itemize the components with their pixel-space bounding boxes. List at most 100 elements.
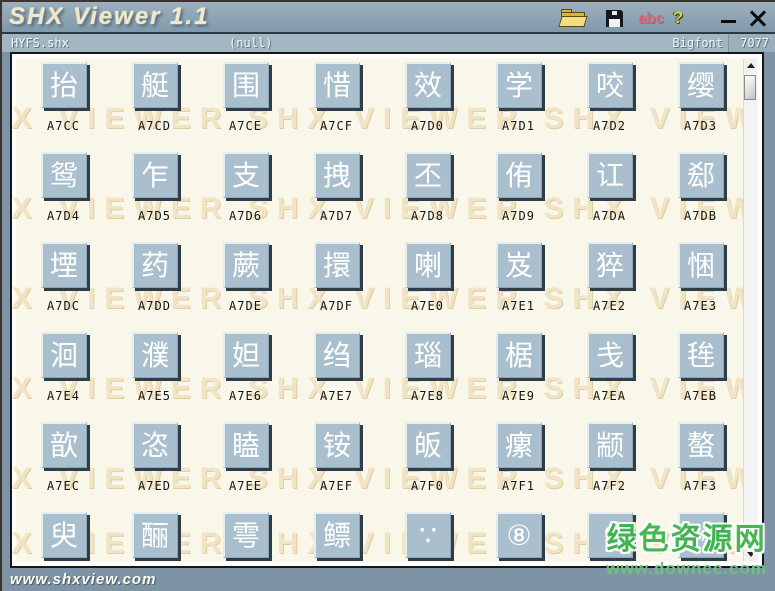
glyph-button[interactable]: ⑧ [495,512,542,558]
glyph-button[interactable]: 抬 [40,62,87,108]
glyph-cell: 绉 A7E7 [291,332,382,422]
glyph-button[interactable]: 侑 [495,152,542,198]
glyph-button[interactable]: 岌 [495,242,542,288]
glyph-button[interactable]: 讧 [586,152,633,198]
text-preview-button[interactable]: abc [634,8,668,28]
glyph-code-label: A7EB [684,389,717,403]
glyph-code-label: A7EE [229,479,262,493]
glyph-button[interactable]: 瑙 [404,332,451,378]
glyph-button[interactable]: 瘰 [495,422,542,468]
glyph-button[interactable]: 濮 [131,332,178,378]
glyph-button[interactable]: 绉 [313,332,360,378]
status-bar: HYFS.shx (null) Bigfont 7077 [2,32,775,52]
glyph-cell: 擐 A7DF [291,242,382,332]
glyph-cell: 〃 [655,512,746,566]
scroll-up-arrow-icon[interactable] [744,59,757,72]
glyph-button[interactable]: 臾 [40,512,87,558]
glyph-cell: 椐 A7E9 [473,332,564,422]
glyph-button[interactable]: 毪 [677,332,724,378]
glyph-code-label: A7E8 [411,389,444,403]
glyph-code-label: A7F2 [593,479,626,493]
glyph-code-label: A7CC [47,119,80,133]
glyph-button[interactable]: 艇 [131,62,178,108]
status-font-type: Bigfont [672,36,723,50]
glyph-button[interactable]: 洄 [40,332,87,378]
glyph-cell: 酾 [109,512,200,566]
glyph-button[interactable]: 椐 [495,332,542,378]
glyph-cell: 雩 [200,512,291,566]
glyph-button[interactable]: 铵 [313,422,360,468]
title-bar: SHX Viewer 1.1 abc ? [2,2,775,32]
glyph-code-label: A7DD [138,299,171,313]
glyph-button[interactable]: 猝 [586,242,633,288]
minimize-button[interactable] [718,8,740,28]
glyph-button[interactable]: 缨 [677,62,724,108]
glyph-button[interactable]: 戋 [586,332,633,378]
glyph-code-label: A7E5 [138,389,171,403]
glyph-button[interactable]: ∵ [404,512,451,558]
glyph-code-label: A7D0 [411,119,444,133]
glyph-button[interactable]: 妲 [222,332,269,378]
glyph-button[interactable]: 螯 [677,422,724,468]
glyph-cell: 效 A7D0 [382,62,473,152]
glyph-cell: 恣 A7ED [109,422,200,512]
scrollbar-thumb[interactable] [744,75,756,100]
glyph-button[interactable]: 蕨 [222,242,269,288]
glyph-code-label: A7E6 [229,389,262,403]
open-file-button[interactable] [558,8,588,28]
glyph-button[interactable]: 堙 [40,242,87,288]
glyph-cell: 郄 A7DB [655,152,746,242]
glyph-code-label: A7F1 [502,479,535,493]
glyph-code-label: A7EA [593,389,626,403]
glyph-code-label: A7F3 [684,479,717,493]
close-button[interactable] [746,8,770,28]
glyph-cell: 歆 A7EC [18,422,109,512]
glyph-button[interactable]: 惜 [313,62,360,108]
minimize-icon [721,20,736,23]
glyph-button[interactable]: 学 [495,62,542,108]
glyph-button[interactable]: 鳔 [313,512,360,558]
glyph-button[interactable]: 恣 [131,422,178,468]
glyph-button[interactable]: 围 [222,62,269,108]
glyph-button[interactable]: 咬 [586,62,633,108]
glyph-button[interactable]: 擐 [313,242,360,288]
glyph-cell: 围 A7CE [200,62,291,152]
glyph-button[interactable]: 效 [404,62,451,108]
glyph-grid: 抬 A7CC 艇 A7CD 围 A7CE 惜 A7CF 效 A7D0 学 A7D1 咬 A7D2 缨 A7D3… [18,62,752,566]
glyph-button[interactable]: 〃 [677,512,724,558]
glyph-button[interactable]: 酾 [131,512,178,558]
glyph-button[interactable]: 郄 [677,152,724,198]
glyph-button[interactable]: 瞌 [222,422,269,468]
vertical-scrollbar[interactable] [743,59,757,561]
glyph-button[interactable]: 喇 [404,242,451,288]
glyph-cell: 臾 [18,512,109,566]
app-title: SHX Viewer 1.1 [9,3,210,30]
glyph-button[interactable]: 支 [222,152,269,198]
glyph-code-label: A7E3 [684,299,717,313]
glyph-button[interactable]: ᵉ [586,512,633,558]
help-button[interactable]: ? [668,8,688,28]
glyph-cell: 悃 A7E3 [655,242,746,332]
status-glyph-count: 7077 [740,36,769,50]
glyph-code-label: A7D7 [320,209,353,223]
glyph-cell: 洄 A7E4 [18,332,109,422]
glyph-button[interactable]: 丕 [404,152,451,198]
glyph-button[interactable]: 雩 [222,512,269,558]
glyph-cell: 拽 A7D7 [291,152,382,242]
glyph-button[interactable]: 拽 [313,152,360,198]
glyph-button[interactable]: 药 [131,242,178,288]
glyph-cell: 丕 A7D8 [382,152,473,242]
scroll-down-arrow-icon[interactable] [744,548,757,561]
glyph-cell: 岌 A7E1 [473,242,564,332]
glyph-button[interactable]: 鸳 [40,152,87,198]
glyph-code-label: A7CF [320,119,353,133]
glyph-cell: 戋 A7EA [564,332,655,422]
glyph-code-label: A7E0 [411,299,444,313]
glyph-button[interactable]: 歆 [40,422,87,468]
glyph-button[interactable]: 皈 [404,422,451,468]
save-button[interactable] [603,8,629,28]
glyph-button[interactable]: 乍 [131,152,178,198]
glyph-button[interactable]: 颛 [586,422,633,468]
glyph-button[interactable]: 悃 [677,242,724,288]
glyph-cell: 猝 A7E2 [564,242,655,332]
